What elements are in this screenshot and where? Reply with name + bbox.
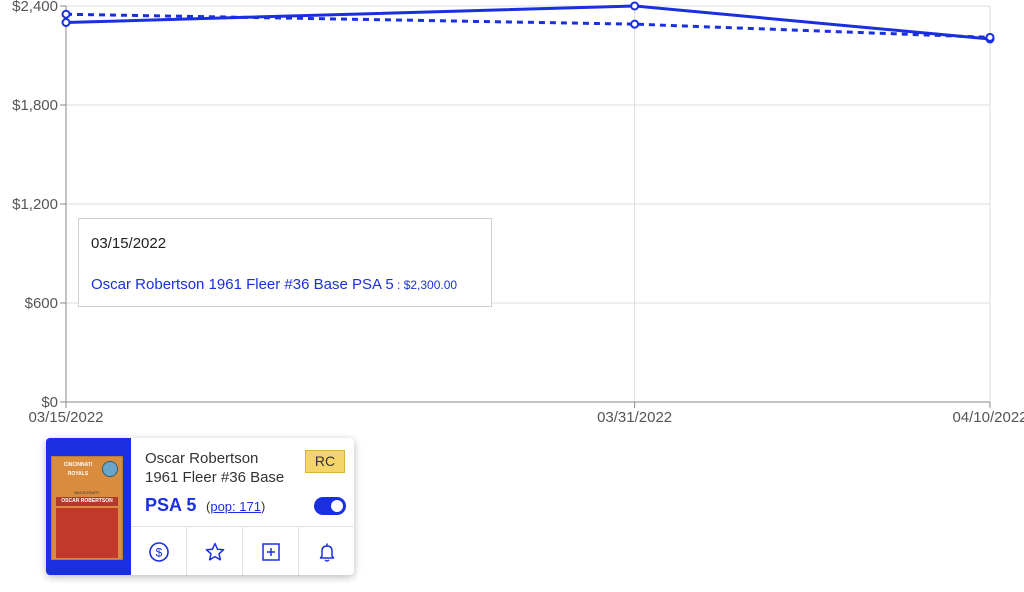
tooltip-separator: : [393,278,404,292]
add-to-collection-button[interactable] [243,527,299,575]
population-link[interactable]: pop: 171 [210,499,261,514]
y-tick-label: $600 [25,295,58,312]
data-point-solid [630,1,640,11]
card-summary[interactable]: CINCINNATI ROYALS BACKCOURT OSCAR ROBERT… [46,438,354,575]
toggle-knob [331,500,343,512]
x-tick-label: 03/15/2022 [28,409,103,426]
pop-close: ) [260,499,266,514]
chart-axes [60,5,991,408]
card-player-name: Oscar Robertson [145,450,259,467]
card-image-photo [56,508,118,558]
star-icon [205,542,224,561]
tooltip-series-label: Oscar Robertson 1961 Fleer #36 Base PSA … [91,276,394,293]
card-grade: PSA 5 [145,495,197,515]
card-image-name: OSCAR ROBERTSON [56,497,118,506]
card-image-team: CINCINNATI ROYALS [63,462,93,477]
svg-text:$: $ [155,545,162,559]
card-image[interactable]: CINCINNATI ROYALS BACKCOURT OSCAR ROBERT… [51,456,123,560]
card-title: Oscar Robertson 1961 Fleer #36 Base [145,449,284,487]
data-point-dashed [985,32,995,42]
y-tick-label: $2,400 [12,0,58,15]
add-to-collection-icon [261,542,280,561]
price-chart: $0$600$1,200$1,800$2,40003/15/2022 03/31/… [12,0,1024,426]
bell-icon [319,543,334,562]
card-image-panel: CINCINNATI ROYALS BACKCOURT OSCAR ROBERT… [46,438,131,575]
tooltip-value: $2,300.00 [403,278,458,292]
chart-tooltip: 03/15/2022 Oscar Robertson 1961 Fleer #3… [78,218,492,307]
card-set-name: 1961 Fleer #36 Base [145,469,285,486]
x-tick-label: 04/10/2022 [952,409,1024,426]
tooltip-date: 03/15/2022 [91,235,167,252]
card-image-position: BACKCOURT [74,490,100,495]
data-point-dashed [630,19,640,29]
dollar-icon: $ [148,541,169,562]
chart-tick-labels: $0$600$1,200$1,800$2,40003/15/2022 03/31/… [12,0,1024,426]
chart-series-toggle[interactable] [314,497,346,515]
chart-grid [65,5,991,403]
rookie-card-badge: RC [305,450,345,473]
y-tick-label: $1,200 [12,196,58,213]
data-point-solid [61,18,71,27]
card-actions: $ [131,526,354,575]
favorite-button[interactable] [187,527,243,575]
population-count: (pop: 171) [206,499,265,514]
chart-series [61,1,995,44]
y-tick-label: $1,800 [12,97,58,114]
price-button[interactable]: $ [131,527,187,575]
price-alert-button[interactable] [299,527,354,575]
basketball-icon [102,461,118,477]
tooltip-series-line: Oscar Robertson 1961 Fleer #36 Base PSA … [91,276,457,293]
x-tick-label: 03/31/2022 [597,409,672,426]
data-point-dashed [61,9,71,19]
